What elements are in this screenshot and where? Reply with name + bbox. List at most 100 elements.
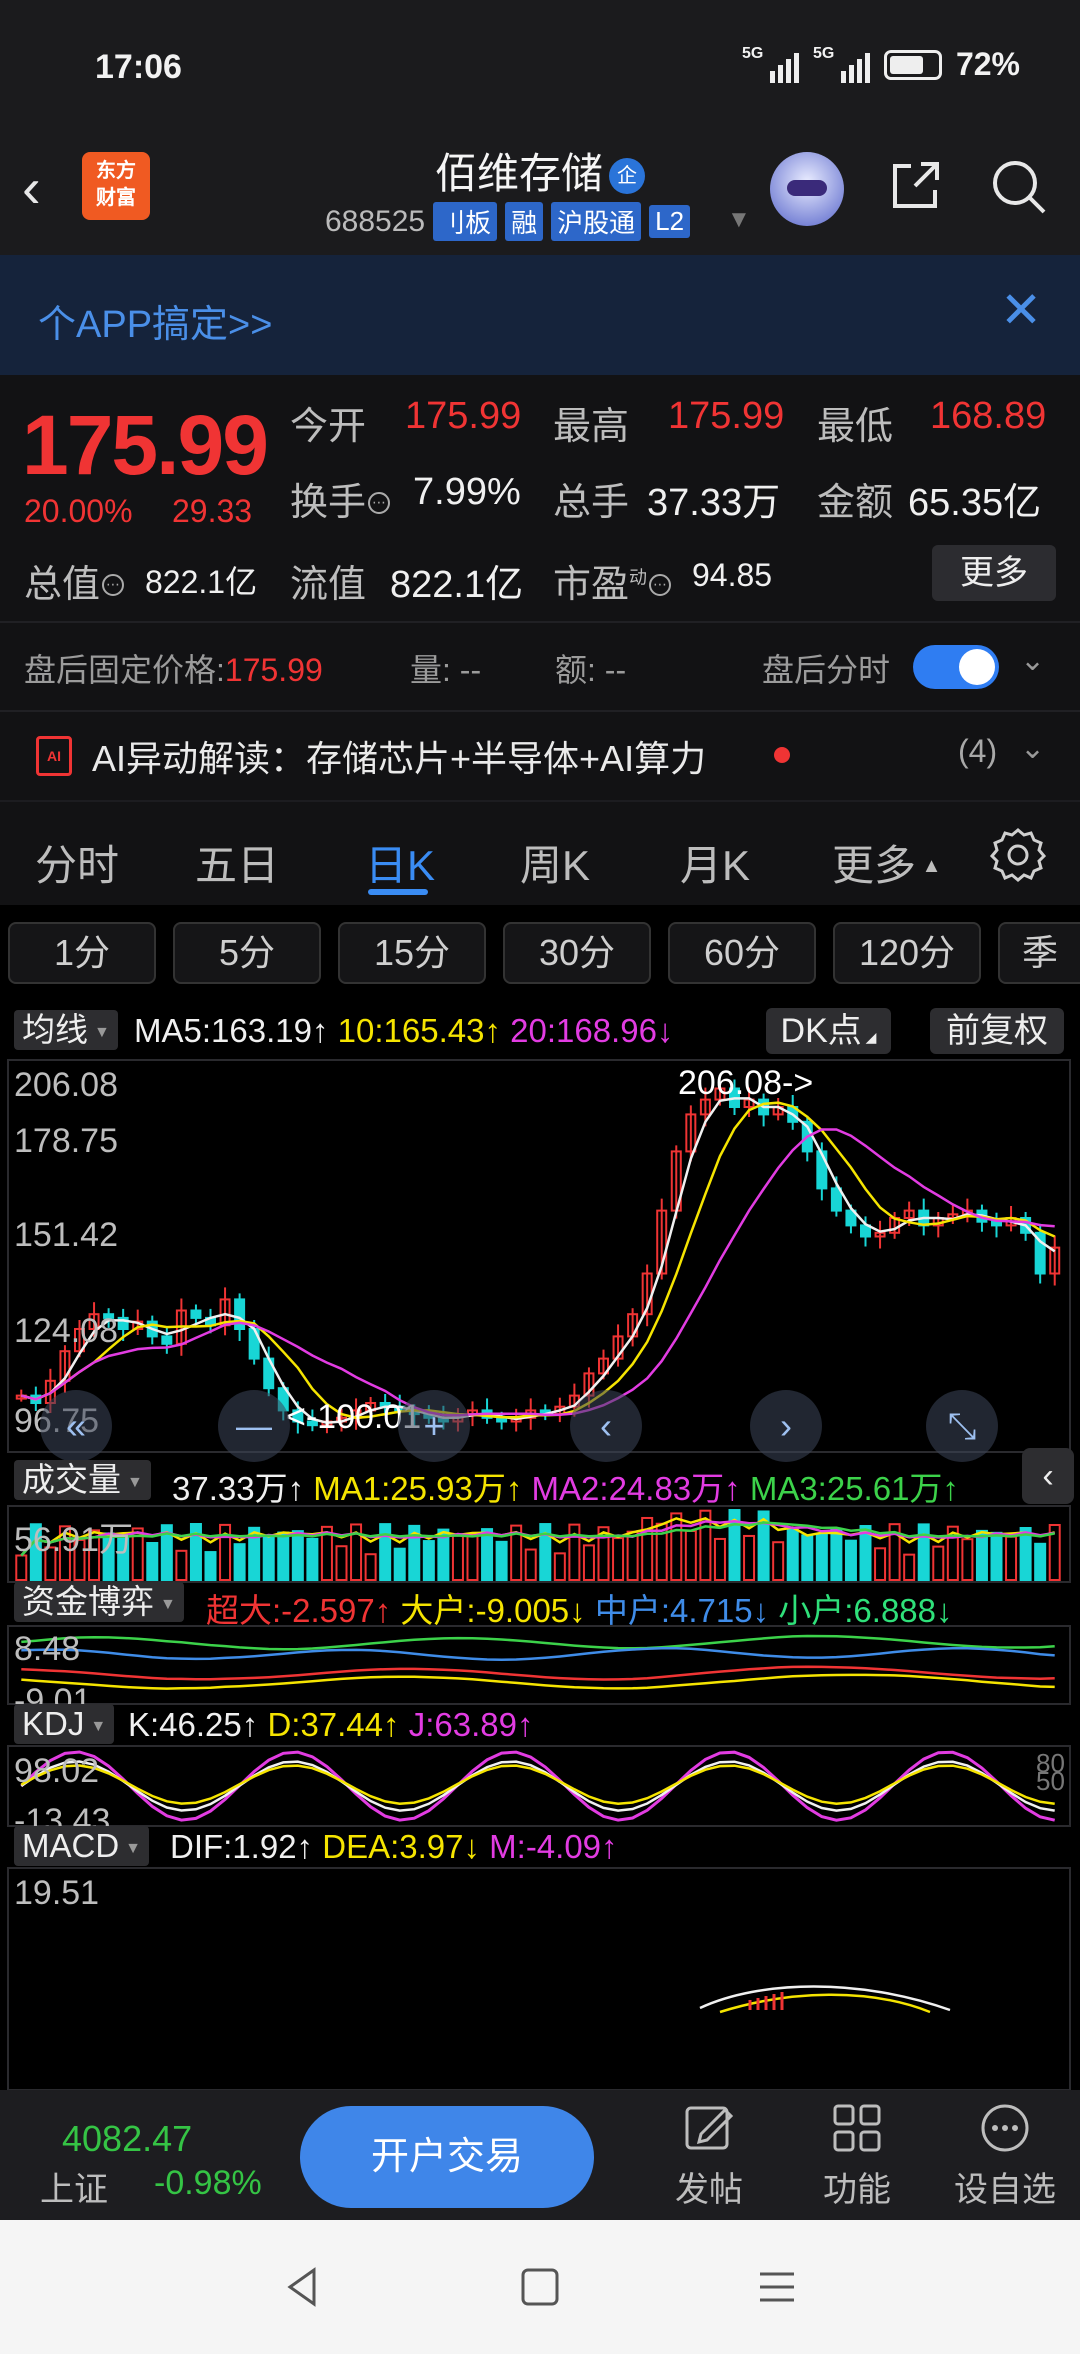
index-name[interactable]: 上证 (40, 2162, 108, 2211)
function-button[interactable]: 功能 (802, 2100, 912, 2211)
chevron-down-icon[interactable]: ⌄ (1020, 643, 1045, 678)
volume-bar (903, 1553, 916, 1582)
add-watchlist-button[interactable]: 设自选 (950, 2100, 1060, 2211)
volume-bar (553, 1552, 566, 1582)
nav-back-icon[interactable] (278, 2262, 328, 2312)
volume-bar (626, 1530, 639, 1581)
ai-count: (4) (958, 733, 998, 769)
capital-indicator-select[interactable]: 资金博弈 ▼ (14, 1582, 184, 1622)
collapse-icon[interactable]: ‹ (1022, 1448, 1074, 1504)
d-line (20, 1764, 1055, 1805)
volume-bar (772, 1541, 785, 1582)
bottom-bar: 4082.47 上证 -0.98% 开户交易 发帖 功能 设自选 (0, 2090, 1080, 2220)
quote-panel: 175.99 20.00% 29.33 今开 175.99 最高 175.99 … (0, 375, 1080, 800)
amount-label: 金额 (817, 482, 894, 524)
after-hours-price: 盘后固定价格:175.99 (24, 652, 323, 688)
tab-120min[interactable]: 120分 (833, 922, 981, 984)
mid-capital-line (21, 1647, 1055, 1661)
chart-area[interactable]: 均线 ▼ MA5:163.19↑ 10:165.43↑ 20:168.96↓ DK… (0, 1000, 1080, 2090)
large-value: 大户:-9.005↓ (400, 1592, 586, 1629)
volume-bar (670, 1512, 683, 1581)
tab-1min[interactable]: 1分 (8, 922, 156, 984)
ai-robot-avatar[interactable] (770, 152, 844, 226)
vol-ma3: MA3:25.61万↑ (749, 1470, 959, 1507)
turnover-value: 7.99% (413, 471, 521, 513)
promo-banner[interactable]: 个APP搞定>> ✕ (0, 255, 1080, 375)
ma10-line (20, 1101, 1056, 1420)
volume-bar (233, 1543, 246, 1581)
high-marker: 206.08-> (678, 1064, 814, 1102)
after-hours-toggle[interactable] (913, 645, 999, 689)
volume-bar (146, 1542, 159, 1582)
d-value: D:37.44↑ (267, 1706, 400, 1743)
status-time: 17:06 (95, 48, 182, 86)
low-label: 最低 (817, 406, 894, 448)
low-value: 168.89 (930, 395, 1047, 437)
ma-indicator-select[interactable]: 均线 ▼ (14, 1010, 118, 1050)
tab-5min[interactable]: 5分 (173, 922, 321, 984)
adjust-button[interactable]: 前复权 (930, 1008, 1064, 1054)
close-icon[interactable]: ✕ (1000, 285, 1042, 335)
more-dots-icon (981, 2104, 1029, 2152)
period-tabs: 分时 五日 日K 周K 月K 更多 ▲ (0, 800, 1080, 905)
tab-daily-k[interactable]: 日K (365, 832, 435, 893)
index-value[interactable]: 4082.47 (62, 2118, 192, 2160)
index-percent[interactable]: -0.98% (154, 2164, 262, 2203)
after-hours-amount: 额: -- (555, 652, 627, 688)
zoom-out-icon[interactable]: — (218, 1390, 290, 1462)
zoom-in-icon[interactable]: + (398, 1390, 470, 1462)
kdj-panel-frame (7, 1745, 1071, 1827)
kdj-indicator-select[interactable]: KDJ ▼ (14, 1704, 115, 1744)
tab-weekly-k[interactable]: 周K (520, 832, 590, 893)
minute-tabs: 1分 5分 15分 30分 60分 120分 季 (0, 905, 1080, 1000)
scroll-left-icon[interactable]: « (40, 1390, 112, 1462)
gear-icon[interactable] (990, 826, 1046, 882)
banner-text[interactable]: 个APP搞定>> (38, 293, 272, 348)
volume-bar (481, 1528, 494, 1582)
capital-legend: 超大:-2.597↑ 大户:-9.005↓ 中户:4.715↓ 小户:6.888… (206, 1584, 953, 1632)
system-nav-bar (0, 2220, 1080, 2354)
volume-bar (466, 1534, 479, 1581)
tab-five-day[interactable]: 五日 (195, 832, 279, 893)
nav-menu-icon[interactable] (752, 2262, 802, 2312)
pe-value: 94.85 (692, 557, 773, 593)
vol-ma2: MA2:24.83万↑ (531, 1470, 741, 1507)
tab-15min[interactable]: 15分 (338, 922, 486, 984)
open-account-button[interactable]: 开户交易 (300, 2106, 594, 2208)
post-button[interactable]: 发帖 (654, 2100, 764, 2211)
volume-bar (874, 1547, 887, 1582)
volume-bar (495, 1540, 508, 1581)
price-axis-label: 206.08 (14, 1066, 118, 1104)
small-value: 小户:6.888↓ (778, 1592, 953, 1629)
nav-home-icon[interactable] (515, 2262, 565, 2312)
ai-anomaly-text[interactable]: AI异动解读：存储芯片+半导体+AI算力 (92, 730, 706, 782)
float-label: 流值 (290, 564, 367, 606)
share-icon[interactable] (885, 156, 945, 216)
change-percent: 20.00% (24, 493, 133, 529)
macd-legend: DIF:1.92↑ DEA:3.97↓ M:-4.09↑ (170, 1828, 618, 1866)
tab-timeshare[interactable]: 分时 (35, 832, 119, 893)
kdj-legend: K:46.25↑ D:37.44↑ J:63.89↑ (128, 1706, 533, 1744)
macd-value: M:-4.09↑ (489, 1828, 618, 1865)
ma10-value: 10:165.43↑ (337, 1012, 501, 1049)
next-icon[interactable]: › (750, 1390, 822, 1462)
search-icon[interactable] (988, 156, 1050, 218)
tab-more[interactable]: 更多 ▲ (832, 832, 941, 893)
prev-icon[interactable]: ‹ (570, 1390, 642, 1462)
capital-panel-frame (7, 1625, 1071, 1705)
volume-indicator-select[interactable]: 成交量 ▼ (14, 1460, 151, 1500)
chevron-down-icon[interactable]: ▼ (727, 206, 751, 234)
pe-label: 市盈动 ⋯ (553, 553, 672, 608)
tab-60min[interactable]: 60分 (668, 922, 816, 984)
info-icon: ⋯ (649, 574, 672, 596)
chevron-down-icon[interactable]: ⌄ (1020, 731, 1045, 766)
mid-value: 中户:4.715↓ (594, 1592, 770, 1629)
status-bar: 17:06 5G 5G 72% (0, 0, 1080, 140)
more-button[interactable]: 更多 (932, 545, 1056, 601)
tab-quarter[interactable]: 季 (998, 922, 1080, 984)
dk-point-button[interactable]: DK点 ◢ (766, 1008, 891, 1054)
macd-indicator-select[interactable]: MACD ▼ (14, 1826, 150, 1866)
tab-monthly-k[interactable]: 月K (680, 832, 750, 893)
fullscreen-icon[interactable]: ⤡ (926, 1390, 998, 1462)
tab-30min[interactable]: 30分 (503, 922, 651, 984)
